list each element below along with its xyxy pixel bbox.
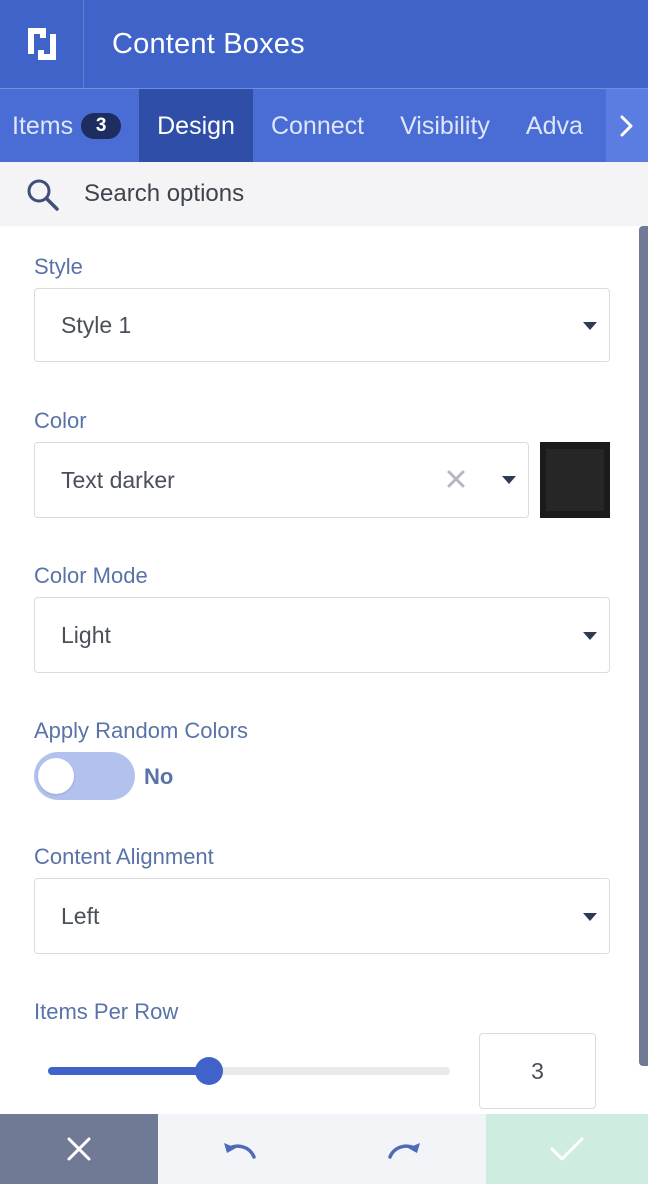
style-select-value: Style 1 [61,311,132,338]
chevron-right-icon [620,115,633,137]
tab-items-label: Items [12,111,74,140]
content-alignment-select-value: Left [61,902,100,929]
tab-visibility-label: Visibility [400,111,490,140]
style-label: Style [34,254,83,279]
chevron-down-icon [583,322,597,330]
redo-button[interactable] [322,1114,486,1184]
color-select-value: Text darker [61,466,175,493]
color-swatch-preview [546,449,604,511]
chevron-down-icon [502,476,516,484]
color-select[interactable]: Text darker [34,442,529,518]
tabs-scroll-right-button[interactable] [606,89,648,162]
scrollbar[interactable] [639,226,648,1066]
tab-visibility[interactable]: Visibility [382,89,508,162]
content-alignment-select[interactable]: Left [34,878,610,954]
tab-advanced-label: Adva [525,111,583,140]
cancel-button[interactable] [0,1114,158,1184]
color-label: Color [34,408,87,433]
style-select[interactable]: Style 1 [34,288,610,362]
random-colors-label: Apply Random Colors [34,718,248,743]
tab-connect[interactable]: Connect [253,89,382,162]
panel-logo [0,0,84,88]
slider-thumb[interactable] [195,1057,223,1085]
apply-button[interactable] [486,1114,648,1184]
panel-title: Content Boxes [112,27,305,60]
chevron-down-icon [583,632,597,640]
panel-header: Content Boxes [0,0,648,88]
items-per-row-input[interactable] [479,1033,596,1109]
tab-advanced[interactable]: Adva [508,89,601,162]
color-swatch-button[interactable] [540,442,610,518]
color-mode-select[interactable]: Light [34,597,610,673]
color-mode-label: Color Mode [34,563,148,588]
slider-fill [48,1067,209,1075]
search-input[interactable] [84,174,624,214]
toggle-knob [38,758,74,794]
undo-icon [224,1143,256,1159]
search-icon [27,179,59,211]
tab-connect-label: Connect [270,111,365,140]
tab-items[interactable]: Items 3 [0,89,139,162]
items-per-row-slider[interactable] [48,1057,450,1085]
footer-actions [0,1114,648,1184]
close-icon [67,1137,91,1161]
items-per-row-label: Items Per Row [34,999,179,1024]
tab-bar: Items 3 Design Connect Visibility Adva [0,88,648,162]
clear-icon[interactable] [444,467,468,491]
random-colors-state: No [144,764,174,789]
tab-design[interactable]: Design [139,89,253,162]
random-colors-toggle[interactable] [34,752,135,800]
content-alignment-label: Content Alignment [34,844,214,869]
redo-icon [388,1143,420,1159]
items-count-badge: 3 [81,113,122,139]
tab-design-label: Design [157,111,235,140]
color-mode-select-value: Light [61,621,111,648]
panel-logo-icon [27,28,56,60]
undo-button[interactable] [158,1114,322,1184]
check-icon [550,1137,584,1161]
chevron-down-icon [583,913,597,921]
options-panel: Style Style 1 Color Text darker Color Mo… [0,226,648,1114]
search-bar [0,162,648,226]
